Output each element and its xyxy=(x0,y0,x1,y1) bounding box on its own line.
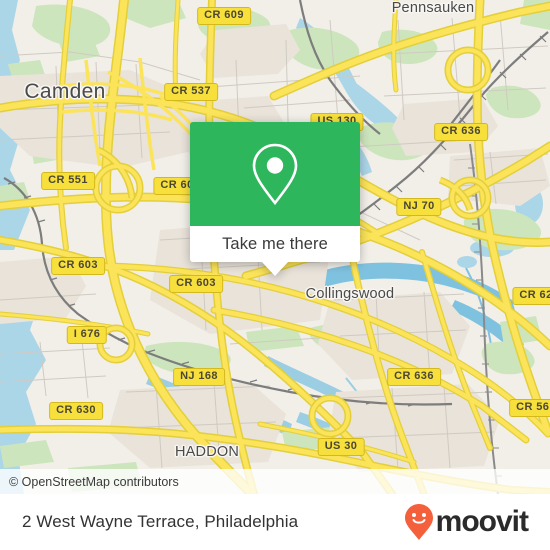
route-shield-cr551: CR 551 xyxy=(41,172,95,190)
route-shield-cr603-west: CR 603 xyxy=(51,257,105,275)
map-canvas[interactable]: Camden Pennsauken Collingswood HADDON CR… xyxy=(0,0,550,494)
route-shield-cr636-north: CR 636 xyxy=(434,123,488,141)
address-label: 2 West Wayne Terrace, Philadelphia xyxy=(22,512,299,531)
route-shield-nj168: NJ 168 xyxy=(173,368,225,386)
route-shield-nj70: NJ 70 xyxy=(396,198,442,216)
callout-pin-area xyxy=(190,122,360,226)
footer-bar: 2 West Wayne Terrace, Philadelphia moovi… xyxy=(0,494,550,550)
route-shield-cr630: CR 630 xyxy=(49,402,103,420)
map-attribution-bar: © OpenStreetMap contributors xyxy=(0,469,550,494)
moovit-branding: moovit xyxy=(404,503,529,541)
moovit-smiling-pin-icon xyxy=(404,504,433,540)
route-shield-cr62: CR 62 xyxy=(512,287,550,305)
route-shield-i676: I 676 xyxy=(66,326,108,344)
route-shield-cr609: CR 609 xyxy=(197,7,251,25)
osm-attribution-text: © OpenStreetMap contributors xyxy=(9,474,179,489)
moovit-wordmark: moovit xyxy=(435,505,529,538)
destination-callout-card[interactable]: Take me there xyxy=(190,122,360,276)
callout-action-area[interactable]: Take me there xyxy=(190,226,360,276)
route-shield-cr603-east: CR 603 xyxy=(169,275,223,293)
route-shield-cr636-south: CR 636 xyxy=(387,368,441,386)
map-pin-icon xyxy=(252,143,298,206)
callout-tail-pointer xyxy=(261,261,289,276)
take-me-there-label: Take me there xyxy=(222,234,328,253)
route-shield-cr561: CR 561 xyxy=(509,399,550,417)
moovit-map-screen: Camden Pennsauken Collingswood HADDON CR… xyxy=(0,0,550,550)
route-shield-us30: US 30 xyxy=(317,438,365,456)
route-shield-cr537: CR 537 xyxy=(164,83,218,101)
